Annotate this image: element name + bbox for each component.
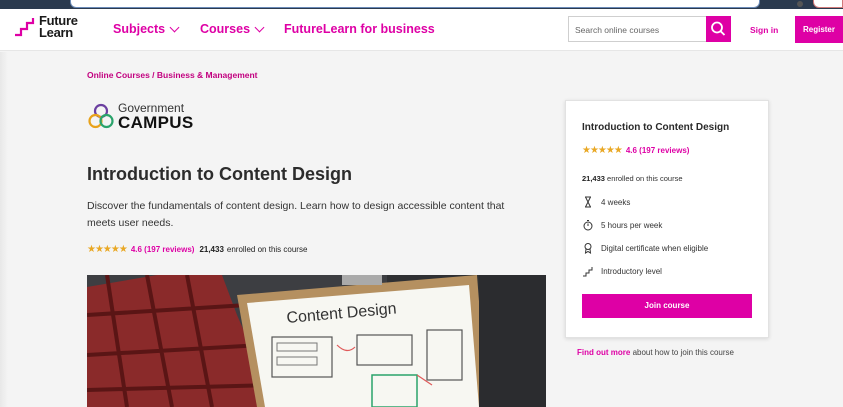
feature-duration: 4 weeks xyxy=(582,196,630,208)
futurelearn-logo[interactable]: Future Learn xyxy=(14,14,78,40)
page-edge-shadow xyxy=(0,52,8,407)
site-header: Future Learn Subjects Courses FutureLear… xyxy=(0,9,843,51)
futurelearn-logo-icon xyxy=(15,18,35,37)
hero-illustration: Content Design xyxy=(87,275,546,407)
enrolled-suffix: enrolled on this course xyxy=(226,245,308,254)
feature-effort: 5 hours per week xyxy=(582,219,662,231)
browser-extension-button[interactable] xyxy=(813,0,843,8)
card-enrolled-count: 21,433 xyxy=(582,174,605,183)
browser-profile-icon[interactable] xyxy=(797,1,803,7)
partner-name-line2: CAMPUS xyxy=(118,113,194,132)
course-hero-image: Content Design xyxy=(87,275,546,407)
find-out-more-text: Find out more about how to join this cou… xyxy=(577,348,734,357)
nav-courses-label: Courses xyxy=(200,22,251,36)
course-rating-row: ★★★★★ 4.6 (197 reviews) 21,433 enrolled … xyxy=(87,244,307,255)
register-button[interactable]: Register xyxy=(795,16,843,43)
nav-subjects-label: Subjects xyxy=(113,22,166,36)
partner-logo[interactable]: Government CAMPUS xyxy=(88,102,193,131)
chevron-down-icon xyxy=(169,22,180,32)
nav-courses[interactable]: Courses xyxy=(200,22,265,36)
chevron-down-icon xyxy=(254,22,265,32)
nav-business-label: FutureLearn for business xyxy=(284,22,435,36)
government-campus-logo-icon xyxy=(88,103,114,128)
browser-address-bar[interactable] xyxy=(70,0,760,8)
reviews-link[interactable]: 4.6 (197 reviews) xyxy=(131,245,195,254)
card-course-title: Introduction to Content Design xyxy=(582,122,730,133)
card-rating-row: ★★★★★ 4.6 (197 reviews) xyxy=(582,145,694,156)
find-out-more-rest: about how to join this course xyxy=(632,348,734,357)
search-button[interactable] xyxy=(706,16,731,42)
course-title: Introduction to Content Design xyxy=(87,164,352,184)
hourglass-icon xyxy=(585,196,591,208)
breadcrumb[interactable]: Online Courses / Business & Management xyxy=(87,70,258,80)
feature-effort-text: 5 hours per week xyxy=(601,220,663,230)
card-enrolled-suffix: enrolled on this course xyxy=(607,174,683,183)
star-icon: ★★★★★ xyxy=(582,145,623,156)
star-icon: ★★★★★ xyxy=(87,244,128,255)
card-reviews-link[interactable]: 4.6 (197 reviews) xyxy=(626,146,690,155)
feature-level: Introductory level xyxy=(582,265,662,277)
enrolled-count: 21,433 xyxy=(199,245,224,254)
feature-level-text: Introductory level xyxy=(601,266,662,276)
search-input[interactable]: Search online courses xyxy=(568,16,706,42)
signin-link[interactable]: Sign in xyxy=(750,25,778,35)
feature-duration-text: 4 weeks xyxy=(601,197,631,207)
stopwatch-icon xyxy=(583,220,593,231)
search-icon xyxy=(711,21,726,36)
card-enrolled: 21,433 enrolled on this course xyxy=(582,174,683,183)
join-course-button[interactable]: Join course xyxy=(582,294,752,318)
nav-business[interactable]: FutureLearn for business xyxy=(284,22,435,36)
logo-text-line2: Learn xyxy=(39,25,73,40)
course-info-card: Introduction to Content Design ★★★★★ 4.6… xyxy=(565,100,769,338)
nav-subjects[interactable]: Subjects xyxy=(113,22,180,36)
level-stairs-icon xyxy=(583,267,593,277)
find-out-more-link[interactable]: Find out more xyxy=(577,348,630,357)
feature-certificate: Digital certificate when eligible xyxy=(582,242,708,254)
feature-certificate-text: Digital certificate when eligible xyxy=(601,243,709,253)
course-description: Discover the fundamentals of content des… xyxy=(87,200,505,229)
certificate-icon xyxy=(584,243,592,254)
